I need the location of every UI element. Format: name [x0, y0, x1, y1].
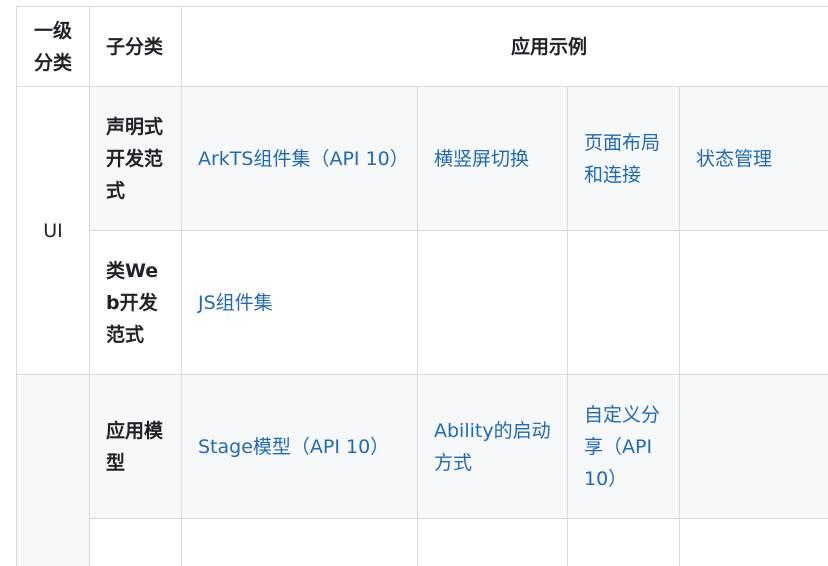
example-cell-empty	[418, 519, 568, 566]
link-custom-share[interactable]: 自定义分享（API 10）	[584, 404, 660, 490]
link-page-layout[interactable]: 页面布局和连接	[584, 132, 660, 186]
subcategory-web-like: 类Web开发范式	[90, 231, 182, 375]
example-cell: 自定义分享（API 10）	[568, 375, 680, 519]
table-row	[17, 519, 828, 566]
example-cell: Ability的启动方式	[418, 375, 568, 519]
link-arkts-components[interactable]: ArkTS组件集（API 10）	[198, 148, 409, 170]
category-app	[17, 375, 90, 566]
example-cell-empty	[182, 519, 418, 566]
header-examples: 应用示例	[182, 7, 828, 87]
link-state-management[interactable]: 状态管理	[696, 148, 772, 170]
subcategory-app-model: 应用模型	[90, 375, 182, 519]
subcategory-cell-empty	[90, 519, 182, 566]
example-cell: 横竖屏切换	[418, 87, 568, 231]
table-header-row: 一级分类 子分类 应用示例	[17, 7, 828, 87]
link-stage-model[interactable]: Stage模型（API 10）	[198, 436, 389, 458]
header-level2: 子分类	[90, 7, 182, 87]
table-row: 应用模型 Stage模型（API 10） Ability的启动方式 自定义分享（…	[17, 375, 828, 519]
example-cell-empty	[680, 519, 828, 566]
sample-table: 一级分类 子分类 应用示例 UI 声明式开发范式 ArkTS组件集（API 10…	[16, 6, 828, 566]
example-cell: Stage模型（API 10）	[182, 375, 418, 519]
subcategory-declarative: 声明式开发范式	[90, 87, 182, 231]
example-cell-empty	[680, 375, 828, 519]
example-cell: 页面布局和连接	[568, 87, 680, 231]
header-level1: 一级分类	[17, 7, 90, 87]
example-cell-empty	[568, 519, 680, 566]
example-cell-empty	[680, 231, 828, 375]
example-cell: JS组件集	[182, 231, 418, 375]
example-cell: 状态管理	[680, 87, 828, 231]
example-cell: ArkTS组件集（API 10）	[182, 87, 418, 231]
link-js-components[interactable]: JS组件集	[198, 292, 273, 314]
link-ability-launch[interactable]: Ability的启动方式	[434, 420, 551, 474]
table-container: 一级分类 子分类 应用示例 UI 声明式开发范式 ArkTS组件集（API 10…	[16, 6, 828, 566]
link-orientation-switch[interactable]: 横竖屏切换	[434, 148, 529, 170]
example-cell-empty	[568, 231, 680, 375]
table-row: 类Web开发范式 JS组件集	[17, 231, 828, 375]
table-row: UI 声明式开发范式 ArkTS组件集（API 10） 横竖屏切换 页面布局和连…	[17, 87, 828, 231]
example-cell-empty	[418, 231, 568, 375]
category-ui: UI	[17, 87, 90, 375]
